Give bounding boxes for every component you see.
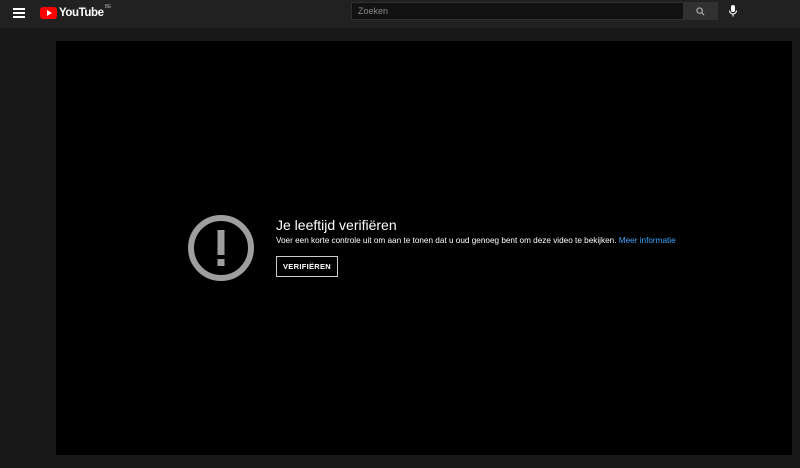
age-gate-title: Je leeftijd verifiëren — [276, 217, 397, 233]
top-bar: YouTube BE — [0, 0, 800, 28]
search-button[interactable] — [683, 2, 718, 20]
search-input[interactable] — [351, 2, 696, 20]
age-gate-description: Voer een korte controle uit om aan te to… — [276, 236, 676, 245]
youtube-logo-icon — [40, 7, 57, 19]
hamburger-menu-icon[interactable] — [13, 8, 25, 18]
logo-text: YouTube — [59, 7, 104, 19]
age-gate-description-text: Voer een korte controle uit om aan te to… — [276, 236, 617, 245]
search-icon — [696, 7, 705, 16]
youtube-logo[interactable]: YouTube BE — [40, 4, 112, 21]
more-info-link[interactable]: Meer informatie — [619, 236, 676, 245]
microphone-button[interactable] — [727, 4, 739, 18]
video-player — [56, 41, 792, 455]
verify-button[interactable]: VERIFIËREN — [276, 256, 338, 277]
exclamation-circle-icon — [188, 215, 254, 281]
microphone-icon — [728, 5, 738, 17]
region-code: BE — [104, 4, 112, 10]
